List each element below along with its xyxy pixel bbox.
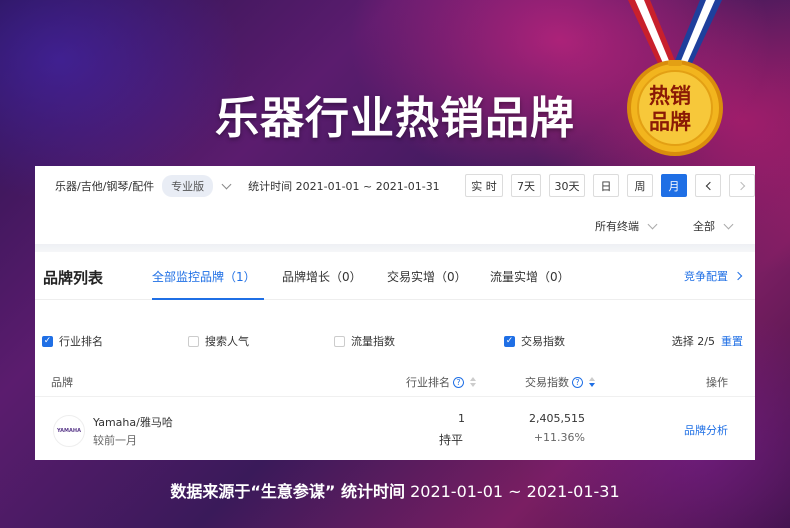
compare-period: 较前一月: [93, 434, 137, 447]
metric-label: 行业排名: [59, 335, 103, 348]
data-source-footer: 数据来源于“生意参谋” 统计时间 2021-01-01 ~ 2021-01-31: [0, 478, 790, 502]
period-realtime-button[interactable]: 实 时: [465, 174, 503, 197]
rank-change: 持平: [438, 433, 463, 447]
chevron-right-icon: [736, 181, 745, 190]
stat-time: 统计时间 2021-01-01 ~ 2021-01-31: [248, 180, 440, 193]
sort-icon[interactable]: [470, 377, 476, 387]
chevron-down-icon: [647, 219, 658, 229]
brand-analysis-link[interactable]: 品牌分析: [684, 422, 728, 438]
metric-label: 流量指数: [351, 335, 395, 348]
checkbox-checked-icon: ✓: [42, 335, 53, 347]
edition-badge: 专业版: [162, 175, 214, 197]
metric-traffic-index[interactable]: 流量指数: [334, 333, 395, 349]
sort-desc-icon[interactable]: [589, 377, 595, 387]
selection-count-text: 选择 2/5: [671, 335, 715, 348]
tab-traffic-increase[interactable]: 流量实增（0）: [490, 268, 570, 285]
scope-dropdown-label: 全部: [693, 220, 715, 233]
metric-selector: ✓ 行业排名 搜索人气 流量指数 ✓ 交易指数 选择 2/5 重置: [35, 330, 755, 352]
next-period-button[interactable]: [729, 174, 755, 197]
active-tab-indicator: [152, 298, 264, 300]
help-icon[interactable]: ?: [572, 376, 583, 388]
brand-logo: YAMAHA: [53, 415, 85, 447]
chevron-right-icon: [733, 271, 743, 281]
reset-button[interactable]: 重置: [721, 335, 743, 348]
column-brand: 品牌: [51, 376, 73, 389]
medal-line-1: 热销: [649, 84, 691, 108]
footer-source: 数据来源于“生意参谋” 统计时间: [170, 482, 405, 501]
selection-count: 选择 2/5 重置: [672, 333, 743, 349]
trade-index-value: 2,405,515: [529, 412, 585, 425]
tab-bar: 品牌列表 全部监控品牌（1） 品牌增长（0） 交易实增（0） 流量实增（0） 竞…: [35, 252, 755, 300]
trade-index-change: +11.36%: [533, 431, 585, 444]
filter-row: 所有终端 全部: [35, 208, 755, 244]
column-label: 交易指数: [525, 376, 569, 389]
category-breadcrumb[interactable]: 乐器/吉他/钢琴/配件: [55, 178, 154, 194]
metric-label: 搜索人气: [205, 335, 249, 348]
column-industry-rank[interactable]: 行业排名 ?: [406, 374, 476, 390]
checkbox-icon: [334, 335, 345, 347]
metric-industry-rank[interactable]: ✓ 行业排名: [42, 333, 103, 349]
column-action: 操作: [706, 376, 728, 389]
competition-config-label: 竞争配置: [684, 270, 728, 283]
metric-label: 交易指数: [521, 335, 565, 348]
chevron-down-icon: [723, 219, 734, 229]
metric-trade-index[interactable]: ✓ 交易指数: [504, 333, 565, 349]
tab-trade-increase[interactable]: 交易实增（0）: [387, 268, 467, 285]
period-7d-button[interactable]: 7天: [511, 174, 541, 197]
chevron-down-icon[interactable]: [221, 179, 232, 189]
metric-search-popularity[interactable]: 搜索人气: [188, 333, 249, 349]
terminal-dropdown[interactable]: 所有终端: [595, 218, 658, 234]
period-month-button[interactable]: 月: [661, 174, 687, 197]
section-divider: [35, 244, 755, 252]
chevron-left-icon: [705, 181, 714, 190]
competition-config-link[interactable]: 竞争配置: [684, 268, 743, 284]
table-row: YAMAHA Yamaha/雅马哈 较前一月 1 持平 2,405,515 +1…: [35, 400, 755, 456]
period-30d-button[interactable]: 30天: [549, 174, 585, 197]
checkbox-icon: [188, 335, 199, 347]
footer-range: 2021-01-01 ~ 2021-01-31: [410, 482, 620, 501]
brand-name: Yamaha/雅马哈: [93, 416, 173, 429]
brand-list-heading: 品牌列表: [43, 269, 104, 287]
period-week-button[interactable]: 周: [627, 174, 653, 197]
help-icon[interactable]: ?: [453, 376, 464, 388]
column-label: 行业排名: [406, 376, 450, 389]
tab-brand-growth[interactable]: 品牌增长（0）: [282, 268, 362, 285]
terminal-dropdown-label: 所有终端: [595, 220, 639, 233]
column-trade-index[interactable]: 交易指数 ?: [525, 374, 595, 390]
tab-all-monitored[interactable]: 全部监控品牌（1）: [152, 268, 256, 285]
checkbox-checked-icon: ✓: [504, 335, 515, 347]
scope-dropdown[interactable]: 全部: [693, 218, 734, 234]
rank-value: 1: [458, 412, 465, 425]
table-header: 品牌 行业排名 ? 交易指数 ? 操作: [35, 369, 755, 397]
medal-line-2: 品牌: [649, 110, 691, 134]
period-day-button[interactable]: 日: [593, 174, 619, 197]
medal-label: 热销 品牌: [635, 83, 705, 135]
prev-period-button[interactable]: [695, 174, 721, 197]
brand-panel: 乐器/吉他/钢琴/配件 专业版 统计时间 2021-01-01 ~ 2021-0…: [35, 166, 755, 460]
period-selector: 实 时 7天 30天 日 周 月: [465, 174, 755, 197]
